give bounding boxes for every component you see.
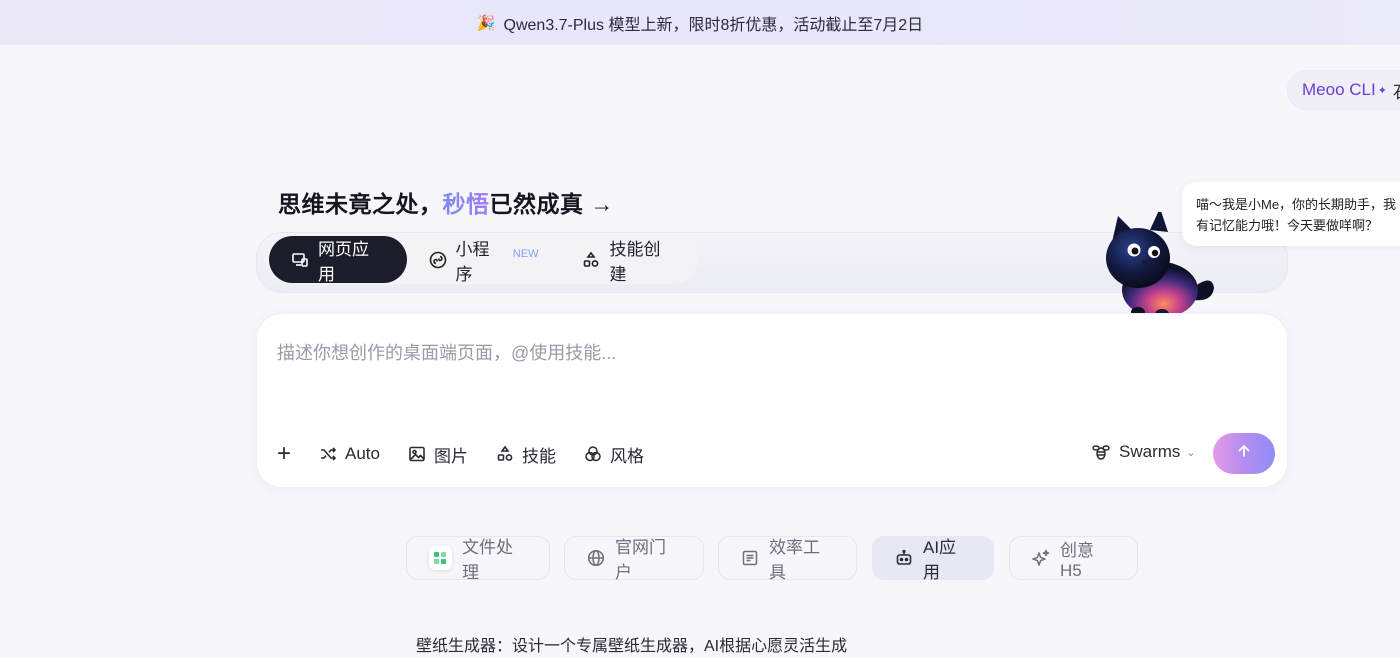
example-description[interactable]: 壁纸生成器：设计一个专属壁纸生成器，AI根据心愿灵活生成	[416, 632, 847, 656]
auto-mode-button[interactable]: Auto	[319, 444, 380, 464]
headline-part2: 已然成真	[489, 191, 584, 217]
category-file-processing[interactable]: 文件处理	[406, 536, 550, 582]
chevron-down-icon: ⌄	[1186, 446, 1196, 459]
skill-button[interactable]: 技能	[496, 442, 556, 467]
meoo-cli-label: Meoo CLI	[1302, 80, 1376, 99]
image-icon	[408, 445, 426, 463]
category-label: 创意H5	[1060, 540, 1094, 580]
tab-web-app[interactable]: 网页应用	[269, 236, 407, 284]
category-label: AI应用	[923, 538, 957, 582]
send-button[interactable]	[1213, 433, 1275, 474]
shuffle-icon	[319, 445, 337, 463]
prompt-card: + Auto 图片 技能	[256, 313, 1288, 488]
party-popper-icon: 🎉	[476, 14, 496, 32]
swarms-label: Swarms	[1119, 442, 1181, 461]
image-button[interactable]: 图片	[408, 442, 468, 467]
prompt-toolbar: + Auto 图片 技能 风格	[277, 438, 672, 470]
robot-icon	[895, 549, 913, 567]
sparkle-icon	[1032, 549, 1050, 567]
tab-mini-program-label: 小程序	[455, 239, 490, 284]
file-grid-icon	[429, 546, 452, 570]
category-official-website[interactable]: 官网门户	[564, 536, 704, 582]
cat-mascot-image[interactable]	[1098, 212, 1220, 320]
headline-accent: 秒悟	[442, 191, 490, 217]
category-label: 效率工具	[769, 538, 820, 582]
mini-program-icon	[429, 251, 447, 269]
style-button[interactable]: 风格	[584, 442, 644, 467]
mode-tabs: 网页应用 小程序 NEW 技能创建	[266, 235, 698, 284]
skills-icon	[582, 251, 600, 269]
style-label: 风格	[610, 446, 644, 466]
sparkle-icon: ✦	[1377, 84, 1387, 97]
tab-mini-program[interactable]: 小程序 NEW	[407, 236, 561, 284]
bubble-line-2: 有记忆能力哦！今天要做咩啊？	[1196, 218, 1379, 233]
meoo-cli-button[interactable]: Meoo CLI ✦ 石	[1287, 70, 1400, 110]
meoo-cli-trailing-text: 石	[1393, 78, 1400, 103]
arrow-right-icon: →	[590, 191, 614, 217]
auto-mode-label: Auto	[345, 444, 380, 463]
add-attachment-button[interactable]: +	[277, 440, 291, 468]
globe-icon	[587, 549, 605, 567]
notes-icon	[741, 549, 759, 567]
category-label: 官网门户	[615, 538, 666, 582]
tab-web-app-label: 网页应用	[318, 239, 369, 284]
plus-icon: +	[277, 440, 292, 467]
headline-part1: 思维未竟之处，	[278, 191, 443, 217]
category-label: 文件处理	[461, 538, 513, 582]
palette-circles-icon	[584, 445, 602, 463]
arrow-up-icon	[1236, 443, 1252, 464]
swarms-dropdown[interactable]: Swarms ⌄	[1091, 442, 1196, 462]
tab-skill-create[interactable]: 技能创建	[560, 236, 698, 284]
tab-skill-create-label: 技能创建	[609, 239, 661, 284]
bubble-line-1: 喵～我是小Me，你的长期助手，我	[1196, 197, 1397, 212]
promo-banner-text: Qwen3.7-Plus 模型上新，限时8折优惠，活动截止至7月2日	[503, 16, 924, 34]
image-label: 图片	[434, 446, 468, 466]
promo-banner[interactable]: 🎉 Qwen3.7-Plus 模型上新，限时8折优惠，活动截止至7月2日	[0, 0, 1400, 45]
skill-label: 技能	[522, 446, 556, 466]
page-headline: 思维未竟之处，秒悟已然成真 →	[278, 185, 614, 219]
category-productivity-tools[interactable]: 效率工具	[718, 536, 857, 582]
bee-icon	[1091, 442, 1111, 462]
prompt-input[interactable]	[275, 334, 1179, 372]
skills-icon	[496, 445, 514, 463]
category-creative-h5[interactable]: 创意H5	[1009, 536, 1138, 580]
monitor-icon	[291, 251, 309, 269]
new-badge: NEW	[512, 247, 539, 260]
category-ai-apps[interactable]: AI应用	[872, 536, 994, 582]
